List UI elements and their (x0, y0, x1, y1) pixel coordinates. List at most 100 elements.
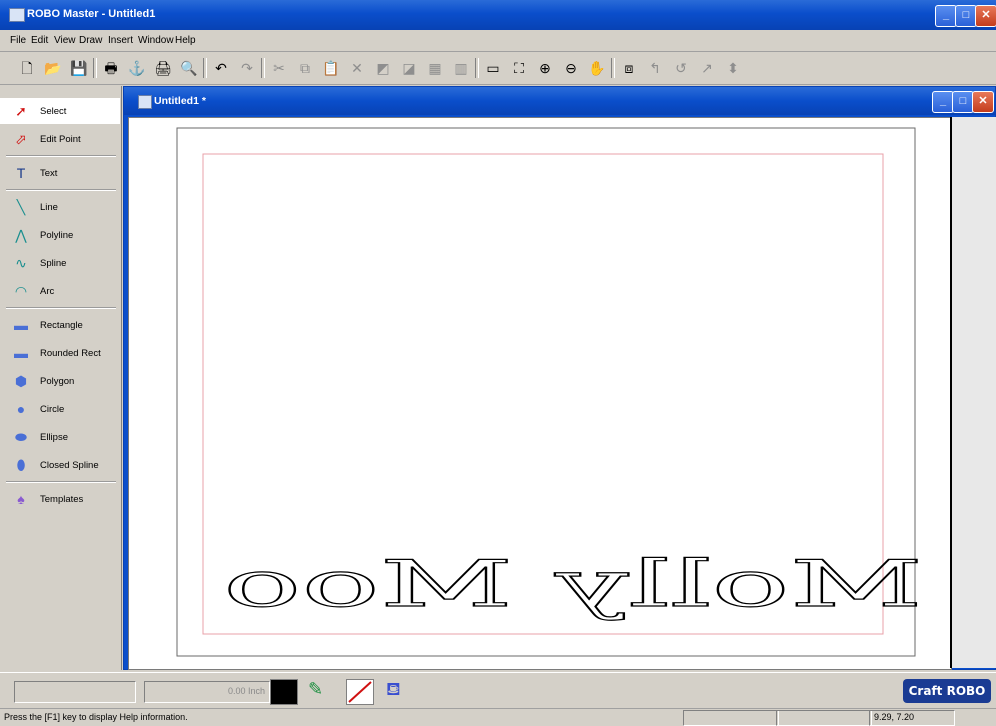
palette-separator (6, 307, 116, 309)
document-window: Untitled1 * _ □ ✕ Molly Moo (123, 86, 996, 670)
document-title: Untitled1 * (154, 95, 206, 107)
new-icon[interactable]: 🗋 (16, 57, 38, 79)
tool-label: Closed Spline (40, 460, 99, 471)
no-fill-swatch[interactable] (346, 679, 374, 705)
tool-label: Arc (40, 286, 55, 297)
tool-polyline[interactable]: ⋀ Polyline (0, 222, 120, 248)
tool-spline[interactable]: ∿ Spline (0, 250, 120, 276)
tool-edit-point[interactable]: ⬀ Edit Point (0, 126, 120, 152)
pen-color-icon[interactable]: ✎ (308, 679, 323, 700)
fill-color-swatch[interactable] (270, 679, 298, 705)
tool-palette: ➚ Select ⬀ Edit Point T Text ╲ Line ⋀ Polyline ∿ Sp… (0, 86, 122, 670)
menu-view[interactable]: View (54, 35, 76, 46)
doc-minimize-button[interactable]: _ (932, 91, 954, 113)
group-icon[interactable]: ⧈ (618, 57, 640, 79)
tool-label: Rectangle (40, 320, 83, 331)
toolbar-separator (203, 58, 207, 78)
doc-maximize-button[interactable]: □ (952, 91, 974, 113)
rotate-left-icon[interactable]: ↰ (644, 57, 666, 79)
menu-draw[interactable]: Draw (79, 35, 102, 46)
print-icon[interactable]: 🖶 (100, 57, 122, 79)
property-toolbar: 0.00 Inch ✎ ⛾ Craft ROBO (0, 672, 996, 708)
print-preview-icon[interactable]: 🔍 (178, 57, 200, 79)
tool-label: Polyline (40, 230, 74, 241)
palette-separator (6, 189, 116, 191)
tool-label: Circle (40, 404, 65, 415)
close-button[interactable]: ✕ (975, 5, 996, 27)
app-title: ROBO Master - Untitled1 (27, 8, 156, 20)
circle-icon: ● (16, 401, 26, 417)
toolbar-separator (93, 58, 97, 78)
menu-help[interactable]: Help (175, 35, 196, 46)
tool-arc[interactable]: ◠ Arc (0, 278, 120, 304)
arrange-icon[interactable]: ⬍ (722, 57, 744, 79)
minimize-button[interactable]: _ (935, 5, 957, 27)
rounded-rect-icon: ▬ (14, 345, 28, 361)
main-title-bar[interactable]: ROBO Master - Untitled1 _ □ ✕ (0, 0, 996, 30)
app-icon[interactable] (9, 8, 25, 22)
tool-polygon[interactable]: ⬢ Polygon (0, 368, 120, 394)
rectangle-frame-icon[interactable]: ▭ (482, 57, 504, 79)
fill-bucket-icon[interactable]: ⛾ (386, 679, 401, 703)
tool-select[interactable]: ➚ Select (0, 98, 120, 124)
text-icon: T (16, 165, 26, 181)
cut-icon[interactable]: ✂ (268, 57, 290, 79)
tool-line[interactable]: ╲ Line (0, 194, 120, 220)
toolbar-separator (261, 58, 265, 78)
menu-insert[interactable]: Insert (108, 35, 133, 46)
object-name-field[interactable] (14, 681, 136, 703)
paste-icon[interactable]: 📋 (320, 57, 342, 79)
palette-separator (6, 481, 116, 483)
palette-separator (6, 155, 116, 157)
tool-circle[interactable]: ● Circle (0, 396, 120, 422)
tool-closed-spline[interactable]: ⬮ Closed Spline (0, 452, 120, 478)
menu-bar: File Edit View Draw Insert Window Help (0, 30, 996, 52)
send-backward-icon[interactable]: ◪ (398, 57, 420, 79)
open-icon[interactable]: 📂 (42, 57, 64, 79)
flip-icon[interactable]: ↗ (696, 57, 718, 79)
print-setup-icon[interactable]: 🖨 (152, 57, 174, 79)
mirrored-text-object[interactable]: Molly Moo (222, 547, 923, 622)
menu-file[interactable]: File (10, 35, 26, 46)
polygon-icon: ⬢ (14, 373, 28, 389)
tool-rounded-rect[interactable]: ▬ Rounded Rect (0, 340, 120, 366)
closed-spline-icon: ⬮ (16, 457, 26, 473)
align-icon[interactable]: ▦ (424, 57, 446, 79)
document-title-bar[interactable]: Untitled1 * _ □ ✕ (124, 87, 995, 115)
canvas-drawing: Molly Moo (176, 127, 924, 657)
zoom-out-icon[interactable]: ⊖ (560, 57, 582, 79)
tool-label: Rounded Rect (40, 348, 101, 359)
tool-templates[interactable]: ♠ Templates (0, 486, 120, 512)
menu-edit[interactable]: Edit (31, 35, 48, 46)
tool-ellipse[interactable]: ⬬ Ellipse (0, 424, 120, 450)
cutter-icon[interactable]: ⚓ (126, 57, 148, 79)
pan-icon[interactable]: ✋ (586, 57, 608, 79)
tool-text[interactable]: T Text (0, 160, 120, 186)
tool-rectangle[interactable]: ▬ Rectangle (0, 312, 120, 338)
maximize-button[interactable]: □ (955, 5, 977, 27)
doc-close-button[interactable]: ✕ (972, 91, 994, 113)
toolbar-separator (475, 58, 479, 78)
tool-label: Select (40, 106, 67, 117)
zoom-fit-icon[interactable]: ⛶ (508, 57, 530, 79)
redo-icon[interactable]: ↷ (236, 57, 258, 79)
copy-icon[interactable]: ⧉ (294, 57, 316, 79)
text-object[interactable]: Molly Moo (222, 547, 923, 622)
arc-icon: ◠ (14, 283, 28, 299)
rotate-right-icon[interactable]: ↺ (670, 57, 692, 79)
save-icon[interactable]: 💾 (68, 57, 90, 79)
drawing-canvas[interactable]: Molly Moo (128, 117, 952, 670)
vertical-scrollbar[interactable] (950, 117, 996, 668)
toolbar-separator (611, 58, 615, 78)
delete-icon[interactable]: ✕ (346, 57, 368, 79)
line-width-field[interactable]: 0.00 Inch (144, 681, 270, 703)
menu-window[interactable]: Window (138, 35, 174, 46)
zoom-in-icon[interactable]: ⊕ (534, 57, 556, 79)
undo-icon[interactable]: ↶ (210, 57, 232, 79)
spline-icon: ∿ (15, 255, 27, 271)
polyline-icon: ⋀ (15, 227, 27, 243)
tool-label: Ellipse (40, 432, 68, 443)
distribute-icon[interactable]: ▥ (450, 57, 472, 79)
document-icon[interactable] (138, 95, 152, 109)
bring-forward-icon[interactable]: ◩ (372, 57, 394, 79)
